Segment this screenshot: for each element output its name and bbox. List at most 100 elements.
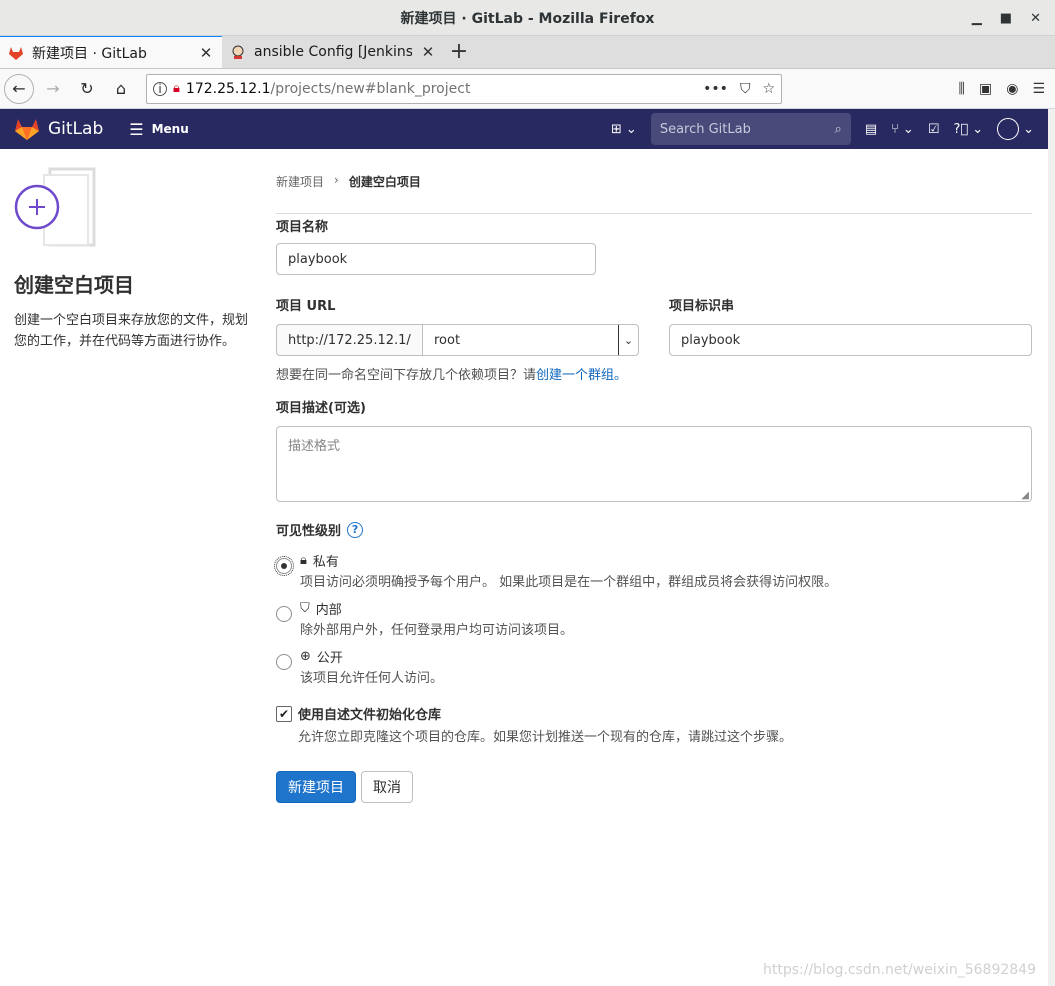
- sidebar-description: 创建一个空白项目来存放您的文件，规划您的工作，并在代码等方面进行协作。: [14, 313, 249, 349]
- visibility-desc: 该项目允许任何人访问。: [300, 671, 444, 686]
- tab-label: ansible Config [Jenkins]: [254, 43, 412, 60]
- description-textarea[interactable]: 描述格式 ◢: [276, 426, 1032, 502]
- sidebar-title: 创建空白项目: [14, 273, 134, 297]
- url-prefix: http://172.25.12.1/: [276, 324, 422, 356]
- window-title: 新建项目 · GitLab - Mozilla Firefox: [400, 10, 655, 27]
- search-icon: ⌕: [834, 121, 842, 137]
- info-icon[interactable]: i: [153, 81, 167, 96]
- radio-public[interactable]: [276, 654, 292, 670]
- pocket-icon[interactable]: ⛉: [740, 81, 751, 97]
- help-button[interactable]: ?⃝ ⌄: [953, 122, 983, 137]
- description-placeholder: 描述格式: [288, 439, 341, 454]
- project-name-input[interactable]: playbook: [276, 243, 596, 275]
- checkbox-checked-icon[interactable]: ✔: [276, 706, 292, 722]
- namespace-select[interactable]: root ⌄: [422, 324, 639, 356]
- new-tab-icon[interactable]: +: [444, 35, 474, 68]
- account-icon[interactable]: ◉: [1006, 81, 1018, 97]
- tab-label: 新建项目 · GitLab: [32, 45, 147, 62]
- url-prefix-text: http://172.25.12.1/: [288, 332, 411, 348]
- insecure-lock-icon[interactable]: 🔒︎: [173, 81, 180, 96]
- avatar: [997, 118, 1020, 140]
- project-url-label: 项目 URL: [276, 299, 336, 314]
- tab-gitlab[interactable]: 新建项目 · GitLab ✕: [0, 35, 222, 68]
- chevron-down-icon: ⌄: [972, 121, 984, 137]
- visibility-public[interactable]: ⊕ 公开 该项目允许任何人访问。: [276, 647, 1032, 686]
- hamburger-menu-icon[interactable]: ☰: [1032, 81, 1045, 97]
- slug-group: 项目标识串 playbook: [669, 295, 1032, 356]
- url-row: 项目 URL http://172.25.12.1/ root ⌄ 项目标识串 …: [276, 295, 1032, 356]
- gitlab-tanuki-icon: [15, 119, 39, 140]
- project-form: 新建项目 › 创建空白项目 项目名称 playbook 项目 URL http:…: [274, 173, 1032, 803]
- url-bar[interactable]: i 🔒︎ 172.25.12.1/projects/new#blank_proj…: [146, 73, 782, 104]
- chevron-down-icon: ⌄: [902, 121, 914, 137]
- bookmark-star-icon[interactable]: ☆: [762, 81, 775, 97]
- back-icon[interactable]: ←: [4, 73, 34, 104]
- form-actions: 新建项目 取消: [276, 771, 1032, 803]
- shield-icon: ⛉: [300, 601, 310, 616]
- project-name-label: 项目名称: [276, 220, 329, 235]
- watermark: https://blog.csdn.net/weixin_56892849: [762, 962, 1036, 978]
- maximize-icon[interactable]: ■: [1000, 11, 1012, 26]
- browser-tabbar: 新建项目 · GitLab ✕ ansible Config [Jenkins]…: [0, 35, 1055, 69]
- visibility-private[interactable]: 🔒︎ 私有 项目访问必须明确授予每个用户。 如果此项目是在一个群组中，群组成员将会…: [274, 551, 1032, 590]
- create-project-button[interactable]: 新建项目: [276, 771, 356, 803]
- plus-square-icon: ⊞: [611, 121, 622, 137]
- window-titlebar: 新建项目 · GitLab - Mozilla Firefox ▁ ■ ✕: [0, 0, 1055, 36]
- create-group-link[interactable]: 创建一个群组。: [536, 368, 627, 383]
- chevron-down-icon: ⌄: [618, 325, 638, 355]
- visibility-internal[interactable]: ⛉ 内部 除外部用户外，任何登录用户均可访问该项目。: [276, 599, 1032, 638]
- search-placeholder: Search GitLab: [659, 121, 751, 137]
- chevron-down-icon: ⌄: [625, 121, 637, 137]
- window-controls: ▁ ■ ✕: [972, 0, 1041, 36]
- group-hint: 想要在同一命名空间下存放几个依赖项目？请创建一个群组。: [276, 364, 1032, 383]
- menu-button[interactable]: ☰ Menu: [129, 120, 189, 139]
- cancel-button[interactable]: 取消: [361, 771, 413, 803]
- page-scrollbar[interactable]: [1048, 109, 1055, 986]
- slug-label: 项目标识串: [669, 299, 735, 314]
- library-icon[interactable]: ⫼: [959, 81, 965, 97]
- close-window-icon[interactable]: ✕: [1030, 11, 1041, 26]
- todo-icon[interactable]: ☑: [928, 122, 940, 137]
- blank-project-illustration-icon: [14, 167, 96, 247]
- sidebar-toggle-icon[interactable]: ▣: [979, 81, 992, 97]
- gitlab-favicon-icon: [9, 46, 23, 60]
- breadcrumb-parent[interactable]: 新建项目: [276, 173, 324, 191]
- lock-icon: 🔒︎: [300, 553, 307, 568]
- user-menu-button[interactable]: ⌄: [997, 118, 1034, 140]
- init-readme-option[interactable]: ✔ 使用自述文件初始化仓库 允许您立即克隆这个项目的仓库。如果您计划推送一个现有…: [276, 704, 1032, 745]
- home-icon[interactable]: ⌂: [106, 74, 136, 104]
- radio-internal[interactable]: [276, 606, 292, 622]
- issues-icon[interactable]: ▤: [865, 122, 877, 137]
- visibility-label: 可见性级别 ?: [276, 520, 1032, 539]
- close-tab-icon[interactable]: ✕: [420, 43, 436, 61]
- gitlab-logo[interactable]: GitLab: [14, 117, 103, 141]
- tab-jenkins[interactable]: ansible Config [Jenkins] ✕: [222, 35, 444, 68]
- init-readme-label: 使用自述文件初始化仓库: [298, 708, 442, 723]
- project-url-field: http://172.25.12.1/ root ⌄: [276, 324, 639, 356]
- breadcrumb: 新建项目 › 创建空白项目: [276, 173, 1032, 191]
- resize-handle-icon[interactable]: ◢: [1021, 490, 1029, 501]
- radio-private[interactable]: [274, 556, 294, 576]
- slug-value: playbook: [681, 332, 741, 348]
- project-name-value: playbook: [288, 251, 348, 267]
- close-tab-icon[interactable]: ✕: [198, 44, 214, 62]
- gitlab-header: GitLab ☰ Menu ⊞ ⌄ Search GitLab ⌕ ▤ ⑂ ⌄ ☑ …: [0, 109, 1048, 149]
- visibility-desc: 除外部用户外，任何登录用户均可访问该项目。: [300, 623, 574, 638]
- visibility-title: 私有: [312, 555, 339, 570]
- visibility-title: 公开: [316, 651, 343, 666]
- url-host: 172.25.12.1: [185, 80, 271, 97]
- slug-input[interactable]: playbook: [669, 324, 1032, 356]
- visibility-options: 🔒︎ 私有 项目访问必须明确授予每个用户。 如果此项目是在一个群组中，群组成员将会…: [274, 551, 1032, 686]
- question-circle-icon[interactable]: ?: [347, 521, 364, 538]
- merge-requests-button[interactable]: ⑂ ⌄: [891, 122, 914, 137]
- reload-icon[interactable]: ↻: [72, 74, 102, 104]
- minimize-icon[interactable]: ▁: [972, 11, 982, 26]
- chevron-right-icon: ›: [334, 173, 339, 187]
- group-hint-text: 想要在同一命名空间下存放几个依赖项目？请: [276, 368, 537, 383]
- forward-icon[interactable]: →: [38, 74, 68, 104]
- new-dropdown-button[interactable]: ⊞ ⌄: [611, 122, 637, 137]
- page-content: 创建空白项目 创建一个空白项目来存放您的文件，规划您的工作，并在代码等方面进行协…: [0, 149, 1048, 986]
- merge-request-icon: ⑂: [891, 121, 899, 137]
- search-input[interactable]: Search GitLab ⌕: [650, 113, 851, 145]
- page-actions-icon[interactable]: •••: [703, 81, 728, 97]
